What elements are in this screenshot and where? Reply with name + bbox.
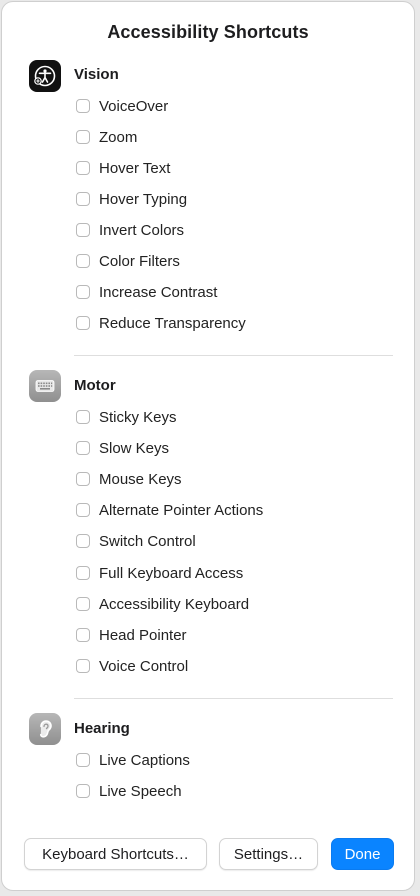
item-label: Color Filters	[99, 252, 180, 270]
shortcut-hover-typing[interactable]: Hover Typing	[76, 189, 187, 209]
item-label: Zoom	[99, 128, 138, 146]
section-title-vision: Vision	[74, 66, 119, 83]
item-label: Hover Typing	[99, 190, 188, 208]
shortcut-live-captions[interactable]: Live Captions	[76, 750, 190, 770]
shortcut-increase-contrast[interactable]: Increase Contrast	[76, 282, 217, 302]
section-title-hearing: Hearing	[74, 720, 130, 737]
shortcut-slow-keys[interactable]: Slow Keys	[76, 438, 169, 458]
checkbox[interactable]	[76, 753, 90, 767]
item-label: Invert Colors	[99, 221, 185, 239]
checkbox[interactable]	[76, 628, 90, 642]
checkbox[interactable]	[76, 161, 90, 175]
checkbox[interactable]	[76, 597, 90, 611]
checkbox[interactable]	[76, 534, 90, 548]
checkbox[interactable]	[76, 410, 90, 424]
shortcut-accessibility-keyboard[interactable]: Accessibility Keyboard	[76, 594, 249, 614]
item-label: VoiceOver	[99, 97, 169, 115]
item-label: Alternate Pointer Actions	[99, 501, 264, 519]
checkbox[interactable]	[76, 285, 90, 299]
checkbox[interactable]	[76, 503, 90, 517]
item-label: Slow Keys	[99, 439, 170, 457]
item-label: Hover Text	[99, 159, 171, 177]
shortcut-voiceover[interactable]: VoiceOver	[76, 96, 168, 116]
checkbox[interactable]	[76, 784, 90, 798]
section-title-motor: Motor	[74, 377, 116, 394]
done-button[interactable]: Done	[331, 838, 394, 870]
item-label: Switch Control	[99, 532, 196, 550]
keyboard-icon	[29, 370, 61, 402]
item-label: Head Pointer	[99, 626, 187, 644]
item-label: Sticky Keys	[99, 408, 177, 426]
shortcut-color-filters[interactable]: Color Filters	[76, 251, 180, 271]
accessibility-shortcuts-panel: Accessibility Shortcuts Vision VoiceOver…	[1, 1, 415, 891]
ear-icon	[29, 713, 61, 745]
shortcut-hover-text[interactable]: Hover Text	[76, 158, 170, 178]
item-label: Live Captions	[99, 751, 190, 769]
shortcut-head-pointer[interactable]: Head Pointer	[76, 625, 187, 645]
panel-title: Accessibility Shortcuts	[107, 22, 309, 42]
shortcut-live-speech[interactable]: Live Speech	[76, 781, 182, 801]
accessibility-person-icon	[29, 60, 61, 92]
checkbox[interactable]	[76, 566, 90, 580]
checkbox[interactable]	[76, 659, 90, 673]
checkbox[interactable]	[76, 441, 90, 455]
shortcut-sticky-keys[interactable]: Sticky Keys	[76, 407, 177, 427]
section-divider	[74, 355, 393, 356]
item-label: Mouse Keys	[99, 470, 182, 488]
checkbox[interactable]	[76, 254, 90, 268]
checkbox[interactable]	[76, 192, 90, 206]
shortcut-voice-control[interactable]: Voice Control	[76, 656, 188, 676]
shortcut-alternate-pointer-actions[interactable]: Alternate Pointer Actions	[76, 500, 263, 520]
shortcut-reduce-transparency[interactable]: Reduce Transparency	[76, 313, 246, 333]
checkbox[interactable]	[76, 223, 90, 237]
item-label: Full Keyboard Access	[99, 564, 244, 582]
shortcut-mouse-keys[interactable]: Mouse Keys	[76, 469, 182, 489]
shortcut-switch-control[interactable]: Switch Control	[76, 531, 196, 551]
checkbox[interactable]	[76, 472, 90, 486]
shortcut-zoom[interactable]: Zoom	[76, 127, 137, 147]
item-label: Reduce Transparency	[99, 314, 246, 332]
item-label: Increase Contrast	[99, 283, 218, 301]
item-label: Live Speech	[99, 782, 182, 800]
section-divider	[74, 698, 393, 699]
checkbox[interactable]	[76, 130, 90, 144]
shortcut-invert-colors[interactable]: Invert Colors	[76, 220, 184, 240]
checkbox[interactable]	[76, 316, 90, 330]
shortcut-full-keyboard-access[interactable]: Full Keyboard Access	[76, 563, 243, 583]
settings-button[interactable]: Settings…	[219, 838, 318, 870]
item-label: Accessibility Keyboard	[99, 595, 250, 613]
item-label: Voice Control	[99, 657, 189, 675]
checkbox[interactable]	[76, 99, 90, 113]
keyboard-shortcuts-button[interactable]: Keyboard Shortcuts…	[24, 838, 207, 870]
